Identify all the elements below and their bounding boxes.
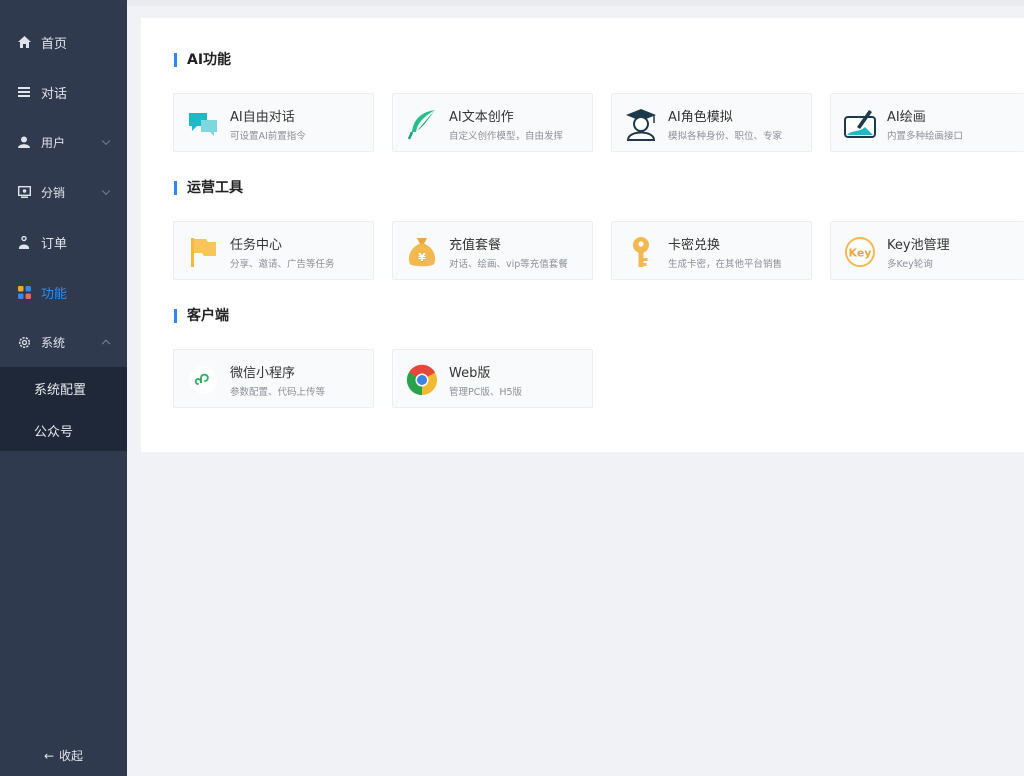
sidebar-item-label: 功能 <box>41 286 68 302</box>
card-desc: 内置多种绘画接口 <box>887 131 964 142</box>
chevron-down-icon <box>101 186 111 196</box>
distribution-icon <box>17 185 31 199</box>
sidebar: 首页 对话 用户 分销 订单 功能 系统 系统配置 公众号 ← 收起 <box>0 0 127 776</box>
sidebar-item-features[interactable]: 功能 <box>0 267 127 317</box>
sidebar-item-system[interactable]: 系统 <box>0 317 127 367</box>
money-bag-icon: ¥ <box>405 235 439 269</box>
card-title: 充值套餐 <box>449 238 502 253</box>
card-web-version[interactable]: Web版 管理PC版、H5版 <box>392 349 593 408</box>
key-icon <box>624 235 658 269</box>
card-ai-role[interactable]: AI角色模拟 模拟各种身份、职位、专家 <box>611 93 812 152</box>
chrome-icon <box>405 363 439 397</box>
card-ai-text[interactable]: AI文本创作 自定义创作模型，自由发挥 <box>392 93 593 152</box>
card-title: AI自由对话 <box>230 110 295 125</box>
card-title: 微信小程序 <box>230 366 296 381</box>
card-title: AI文本创作 <box>449 110 514 125</box>
sidebar-item-users[interactable]: 用户 <box>0 117 127 167</box>
sidebar-item-label: 用户 <box>41 135 66 150</box>
section-title-ops: 运营工具 <box>174 181 243 195</box>
card-task-center[interactable]: 任务中心 分享、邀请、广告等任务 <box>173 221 374 280</box>
sidebar-item-label: 订单 <box>41 236 68 252</box>
card-wechat-miniprogram[interactable]: 微信小程序 参数配置、代码上传等 <box>173 349 374 408</box>
chat-bubbles-icon <box>186 107 220 141</box>
system-submenu: 系统配置 公众号 <box>0 367 127 451</box>
flag-icon <box>186 235 220 269</box>
card-card-redeem[interactable]: 卡密兑换 生成卡密，在其他平台销售 <box>611 221 812 280</box>
card-title: AI角色模拟 <box>668 110 733 125</box>
sidebar-subitem-official-account[interactable]: 公众号 <box>0 409 127 451</box>
money-bag-glyph: ¥ <box>418 251 426 264</box>
card-desc: 多Key轮询 <box>887 259 933 270</box>
section-title-clients: 客户端 <box>174 309 229 323</box>
card-title: 卡密兑换 <box>668 238 721 253</box>
gear-icon <box>17 335 31 349</box>
chevron-down-icon <box>101 136 111 146</box>
sidebar-subitem-system-config[interactable]: 系统配置 <box>0 367 127 409</box>
graduate-icon <box>624 107 658 141</box>
card-key-pool[interactable]: Key Key池管理 多Key轮询 <box>830 221 1024 280</box>
list-icon <box>17 85 31 99</box>
sidebar-item-distribution[interactable]: 分销 <box>0 167 127 217</box>
key-badge-glyph: Key <box>849 247 872 260</box>
features-panel: AI功能 AI自由对话 可设置AI前置指令 AI文本创作 自定义创作模型，自由发… <box>141 18 1024 452</box>
home-icon <box>17 35 31 49</box>
card-desc: 自定义创作模型，自由发挥 <box>449 131 564 142</box>
card-title: AI绘画 <box>887 110 926 125</box>
sidebar-item-label: 系统 <box>41 335 66 350</box>
card-ai-chat[interactable]: AI自由对话 可设置AI前置指令 <box>173 93 374 152</box>
card-desc: 生成卡密，在其他平台销售 <box>668 259 783 270</box>
card-title: Web版 <box>449 366 491 381</box>
card-desc: 分享、邀请、广告等任务 <box>230 259 335 270</box>
collapse-label: 收起 <box>59 749 84 763</box>
sidebar-item-label: 对话 <box>41 86 68 102</box>
painting-icon <box>843 107 877 141</box>
card-recharge-plans[interactable]: ¥ 充值套餐 对话、绘画、vip等充值套餐 <box>392 221 593 280</box>
feather-icon <box>405 107 439 141</box>
card-title: Key池管理 <box>887 238 950 253</box>
sidebar-item-home[interactable]: 首页 <box>0 17 127 67</box>
card-desc: 参数配置、代码上传等 <box>230 387 326 398</box>
card-ai-painting[interactable]: AI绘画 内置多种绘画接口 <box>830 93 1024 152</box>
sidebar-item-orders[interactable]: 订单 <box>0 217 127 267</box>
card-desc: 模拟各种身份、职位、专家 <box>668 131 783 142</box>
sidebar-item-label: 首页 <box>41 36 68 52</box>
sidebar-item-chat[interactable]: 对话 <box>0 67 127 117</box>
card-desc: 可设置AI前置指令 <box>230 131 306 142</box>
top-bar <box>127 0 1024 6</box>
order-icon <box>17 235 31 249</box>
card-title: 任务中心 <box>230 238 283 253</box>
card-desc: 对话、绘画、vip等充值套餐 <box>449 259 568 270</box>
grid-icon <box>17 285 31 299</box>
miniprogram-icon <box>186 363 220 397</box>
chevron-up-icon <box>101 339 111 349</box>
user-icon <box>17 135 31 149</box>
section-title-ai: AI功能 <box>174 53 231 67</box>
key-badge-icon: Key <box>843 235 877 269</box>
card-desc: 管理PC版、H5版 <box>449 387 523 398</box>
arrow-left-icon: ← <box>43 749 55 763</box>
collapse-button[interactable]: ← 收起 <box>0 747 127 764</box>
sidebar-item-label: 分销 <box>41 185 66 200</box>
